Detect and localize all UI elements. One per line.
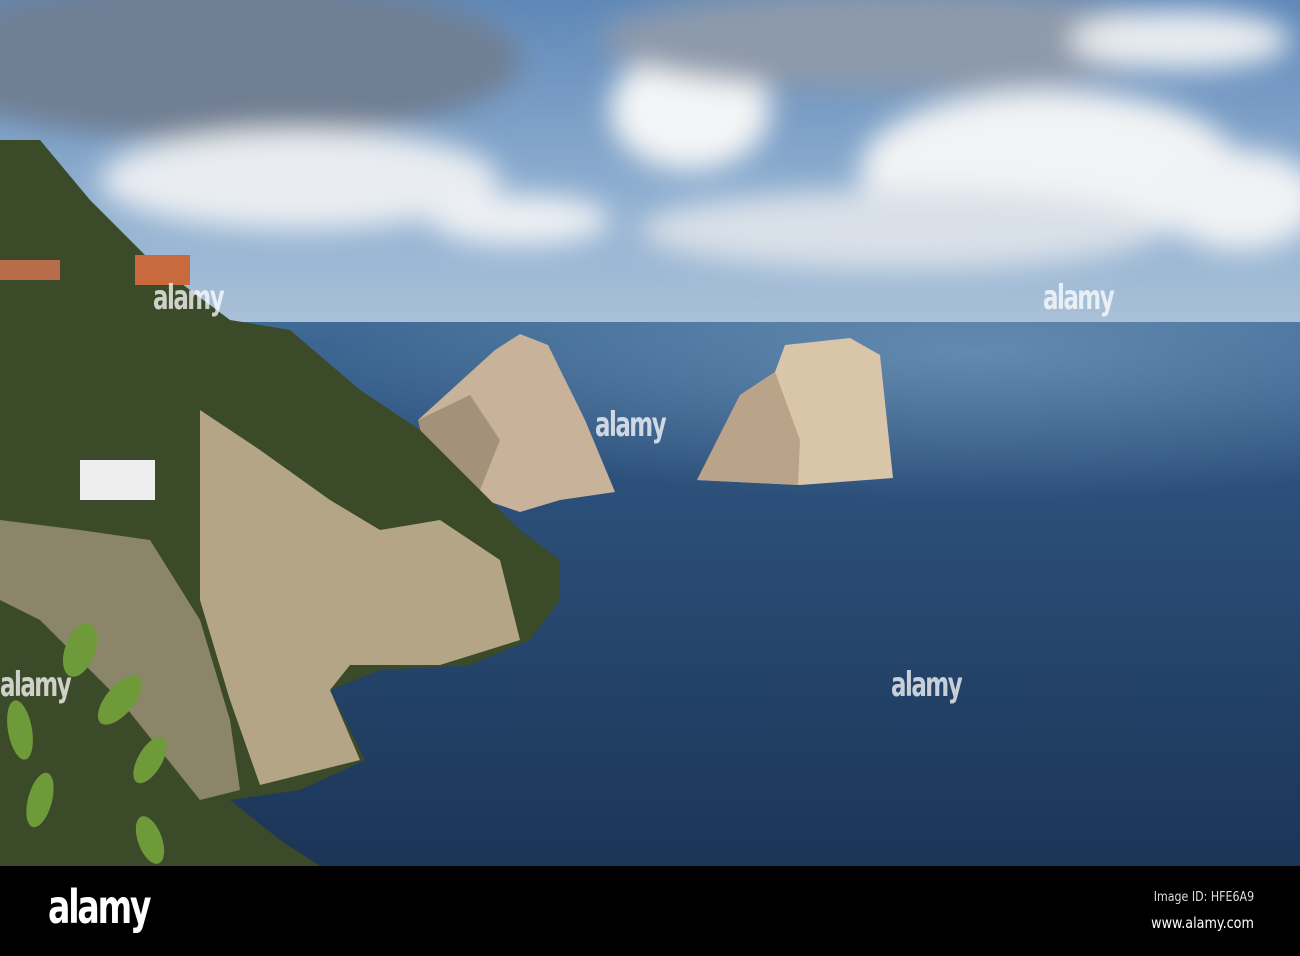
footer-bar: alamy Image ID: HFE6A9 www.alamy.com xyxy=(0,866,1300,956)
stock-photo: alamy alamy alamy alamy alamy alamy Imag… xyxy=(0,0,1300,956)
alamy-logo: alamy xyxy=(48,880,152,934)
site-url: www.alamy.com xyxy=(1151,914,1254,932)
watermark: alamy xyxy=(1043,278,1115,318)
image-id: Image ID: HFE6A9 xyxy=(1153,890,1254,905)
watermark: alamy xyxy=(891,665,963,705)
watermark: alamy xyxy=(595,405,667,445)
watermark: alamy xyxy=(0,665,72,705)
watermark: alamy xyxy=(153,278,225,318)
